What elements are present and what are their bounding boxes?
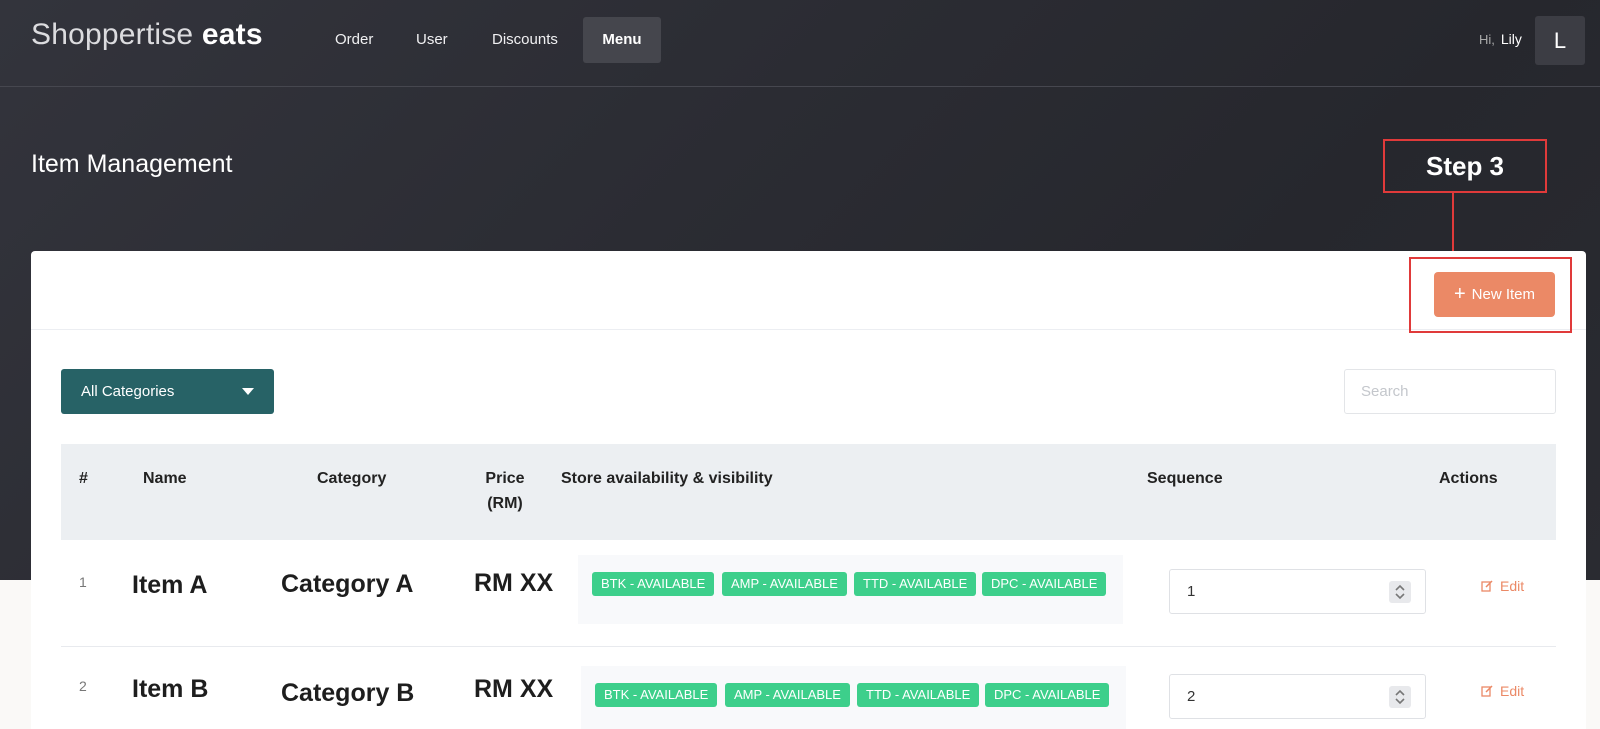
item-category: Category B [281,679,415,707]
brand-logo-text: Shoppertise [31,18,194,51]
item-name: Item B [132,675,209,703]
column-header-price-label: Price [485,470,525,487]
edit-icon [1481,580,1493,592]
column-header-actions: Actions [1439,470,1498,487]
availability-panel: BTK - AVAILABLE AMP - AVAILABLE TTD - AV… [578,555,1123,624]
spinner-icon[interactable] [1389,581,1411,603]
table-header: # Name Category Price (RM) Store availab… [61,444,1556,540]
annotation-connector-line [1452,193,1454,257]
item-price: RM XX [474,675,554,703]
item-management-card: +New Item All Categories # Name Category… [31,251,1586,729]
availability-badge: BTK - AVAILABLE [592,572,715,596]
availability-badge: AMP - AVAILABLE [722,572,847,596]
edit-icon [1481,685,1493,697]
greeting-text: Hi, [1479,32,1495,47]
availability-badge: DPC - AVAILABLE [982,572,1107,596]
column-header-index: # [79,470,88,487]
availability-badge: DPC - AVAILABLE [985,683,1110,707]
card-header: + New Item [31,251,1586,330]
edit-label: Edit [1500,578,1525,594]
edit-link[interactable]: Edit [1481,578,1524,594]
edit-link[interactable]: Edit [1481,683,1524,699]
page-title: Item Management [31,150,233,178]
row-index: 1 [79,574,87,590]
user-avatar[interactable]: L [1535,16,1585,65]
sequence-input[interactable]: 2 [1169,674,1426,719]
column-header-availability: Store availability & visibility [561,470,773,487]
column-header-sequence: Sequence [1147,470,1223,487]
brand-logo-accent: eats [201,18,263,51]
category-filter-select[interactable]: All Categories [61,369,274,414]
sequence-value: 1 [1187,583,1196,600]
column-header-name: Name [143,470,187,487]
user-greeting: Hi, Lily [1479,31,1522,47]
spinner-icon[interactable] [1389,686,1411,708]
availability-badge: TTD - AVAILABLE [857,683,980,707]
row-divider [61,646,1556,647]
annotation-highlight-box [1409,257,1572,333]
nav-item-menu[interactable]: Menu [583,17,661,63]
caret-down-icon [242,388,254,395]
availability-badge: BTK - AVAILABLE [595,683,718,707]
column-header-price: Price (RM) [485,466,525,516]
item-category: Category A [281,570,414,598]
step-annotation: Step 3 [1383,139,1547,193]
availability-panel: BTK - AVAILABLE AMP - AVAILABLE TTD - AV… [581,666,1126,729]
column-header-price-unit: (RM) [487,495,523,512]
availability-badge: AMP - AVAILABLE [725,683,850,707]
user-name: Lily [1500,31,1522,47]
sequence-value: 2 [1187,688,1196,705]
search-input[interactable] [1344,369,1556,414]
top-navbar: Shoppertise eats Order User Discounts Me… [0,0,1600,87]
nav-item-discounts[interactable]: Discounts [473,17,577,63]
category-filter-value: All Categories [81,383,175,400]
brand-logo[interactable]: Shoppertise eats [31,18,263,52]
item-name: Item A [132,571,208,599]
sequence-input[interactable]: 1 [1169,569,1426,614]
availability-badge: TTD - AVAILABLE [854,572,977,596]
item-price: RM XX [474,569,554,597]
edit-label: Edit [1500,683,1525,699]
row-index: 2 [79,678,87,694]
nav-item-user[interactable]: User [397,17,467,63]
column-header-category: Category [317,470,387,487]
nav-item-order[interactable]: Order [316,17,392,63]
